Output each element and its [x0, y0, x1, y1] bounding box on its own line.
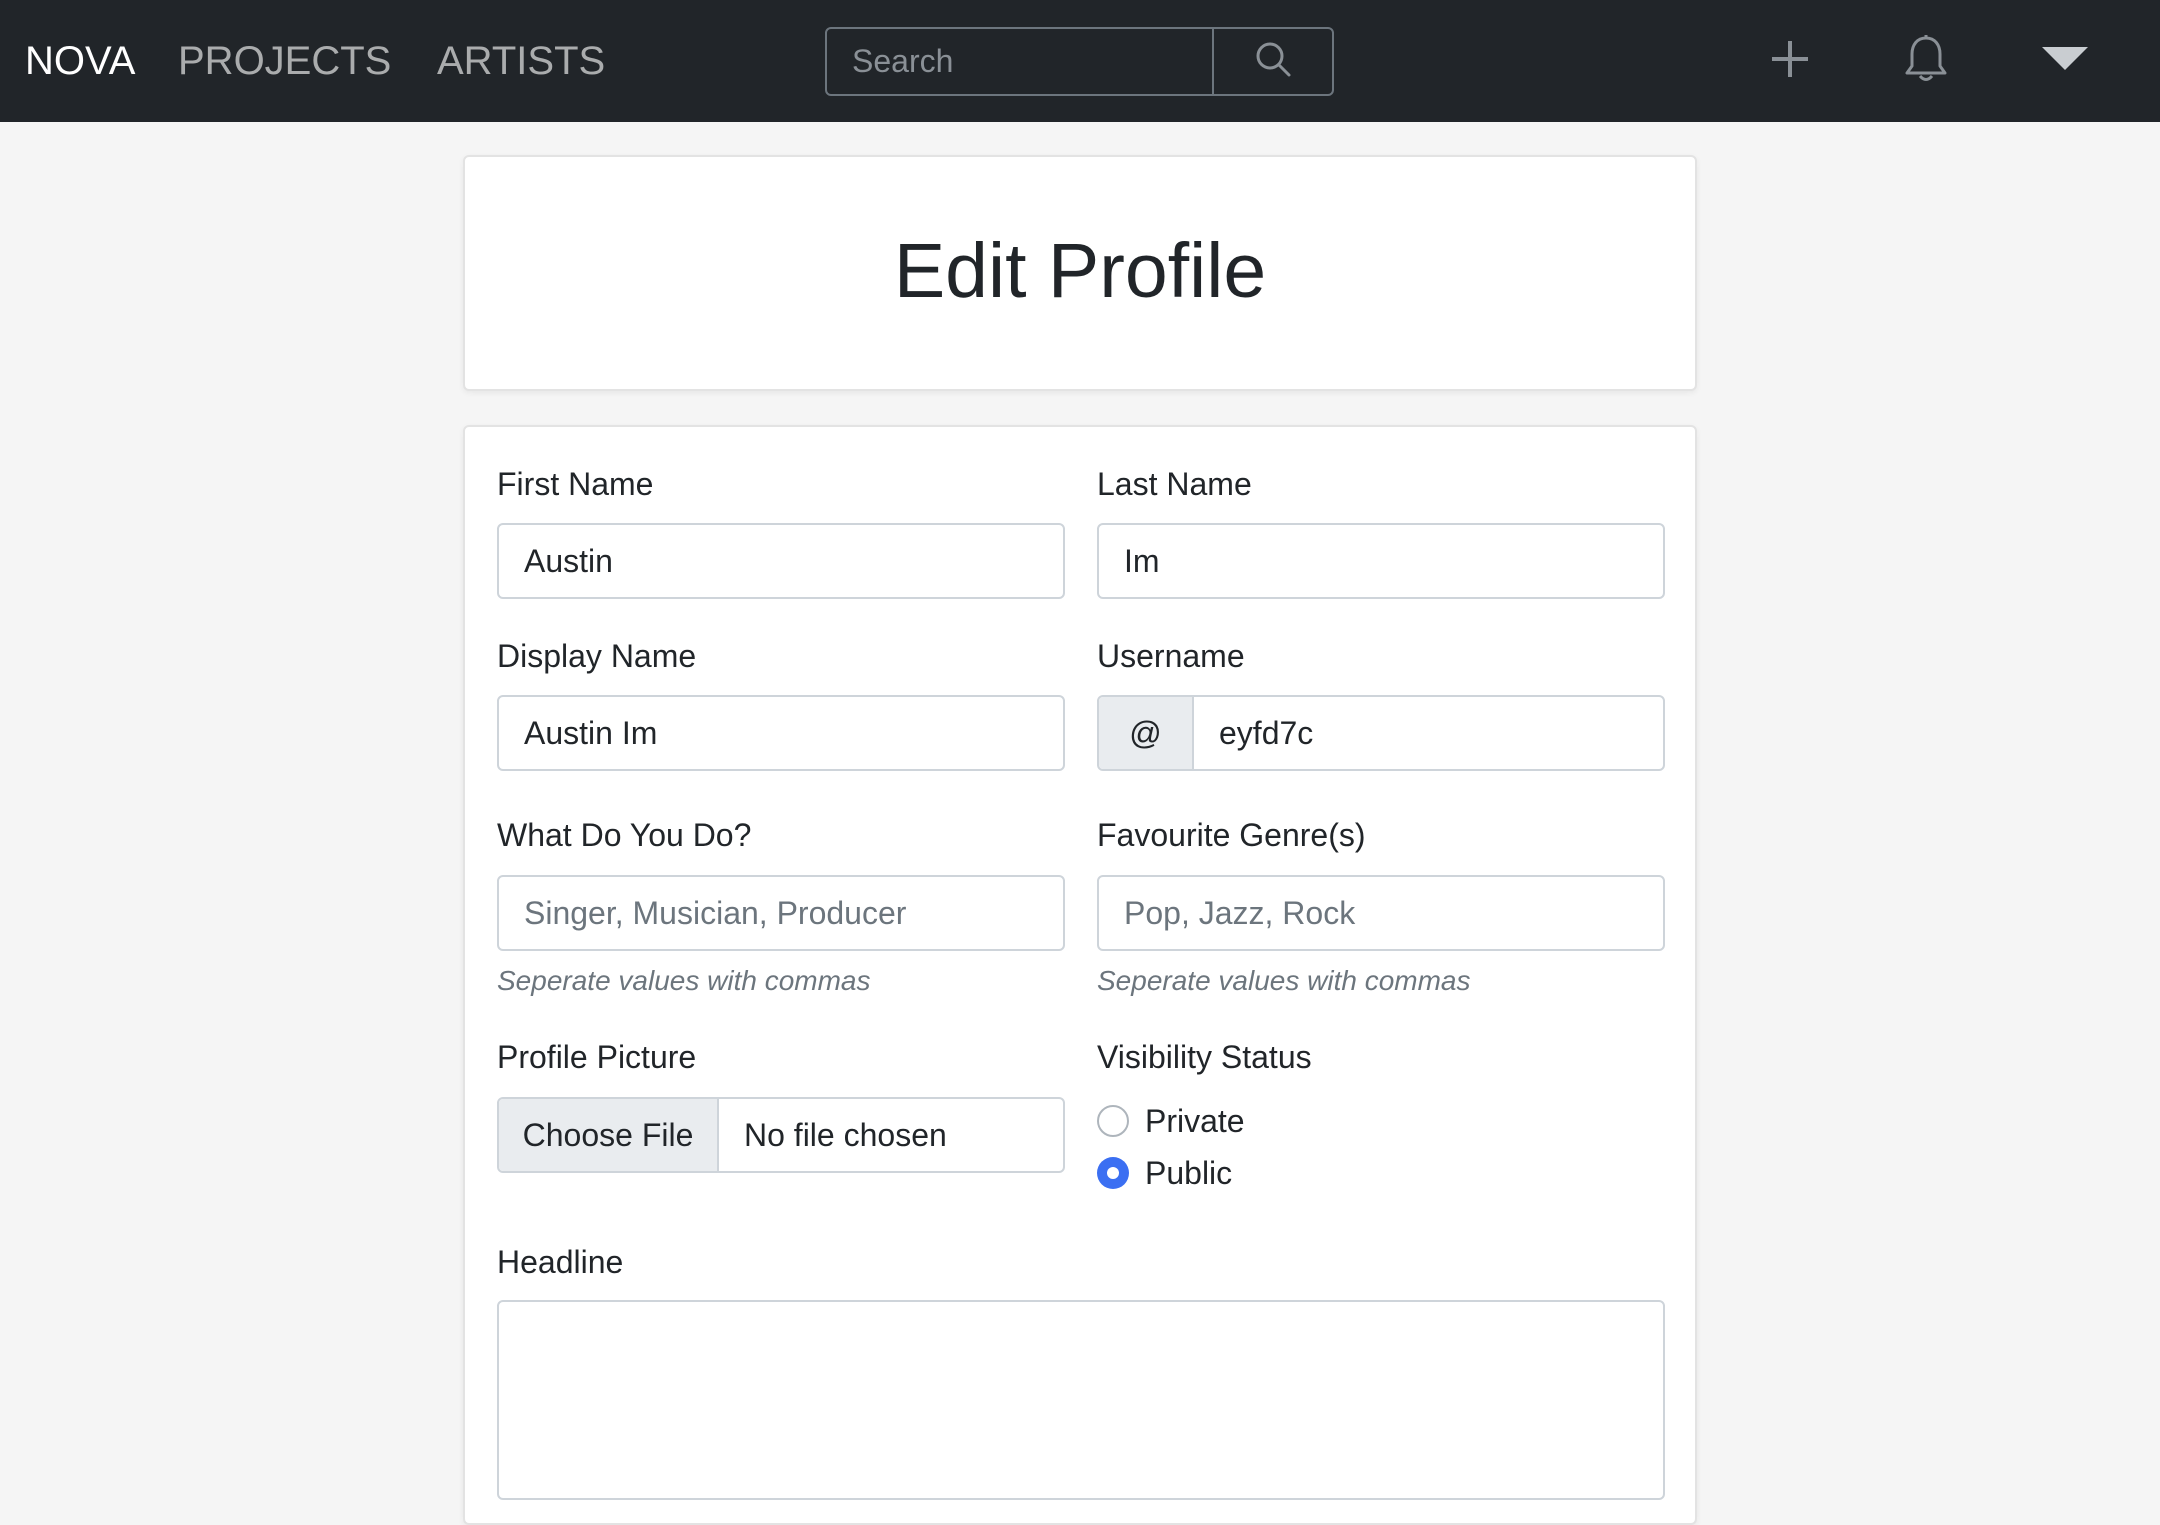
what-do-you-do-label: What Do You Do? — [497, 817, 752, 853]
nav-link-artists[interactable]: ARTISTS — [437, 0, 605, 122]
favourite-genres-label: Favourite Genre(s) — [1097, 817, 1366, 853]
notifications-button[interactable] — [1898, 0, 1954, 122]
first-name-input[interactable] — [497, 523, 1065, 599]
search-bar — [825, 27, 1334, 96]
last-name-input[interactable] — [1097, 523, 1665, 599]
headline-textarea[interactable] — [497, 1300, 1665, 1500]
favourite-genres-input[interactable] — [1097, 875, 1665, 951]
username-input-group: @ — [1097, 695, 1665, 771]
username-label: Username — [1097, 638, 1245, 674]
top-navbar: NOVA PROJECTS ARTISTS — [0, 0, 2160, 122]
header-card: Edit Profile — [463, 155, 1697, 391]
bell-icon — [1904, 34, 1948, 89]
search-icon — [1254, 40, 1292, 83]
search-input[interactable] — [827, 29, 1212, 94]
what-do-you-do-help: Seperate values with commas — [497, 965, 871, 996]
last-name-label: Last Name — [1097, 466, 1252, 502]
visibility-option-private[interactable]: Private — [1097, 1099, 1245, 1143]
what-do-you-do-input[interactable] — [497, 875, 1065, 951]
plus-icon — [1770, 39, 1810, 84]
favourite-genres-help: Seperate values with commas — [1097, 965, 1471, 996]
search-button[interactable] — [1212, 29, 1332, 94]
display-name-input[interactable] — [497, 695, 1065, 771]
account-dropdown-button[interactable] — [2040, 0, 2090, 122]
visibility-option-public[interactable]: Public — [1097, 1151, 1232, 1195]
private-radio-label: Private — [1145, 1102, 1245, 1139]
headline-label: Headline — [497, 1244, 624, 1280]
first-name-label: First Name — [497, 466, 654, 502]
profile-picture-label: Profile Picture — [497, 1039, 697, 1075]
public-radio-label: Public — [1145, 1154, 1233, 1191]
brand-logo[interactable]: NOVA — [25, 0, 135, 122]
username-input[interactable] — [1194, 697, 1663, 769]
profile-picture-file-input[interactable]: Choose File No file chosen — [497, 1097, 1065, 1173]
caret-down-icon — [2042, 46, 2088, 76]
page-title: Edit Profile — [893, 228, 1267, 314]
nav-link-projects[interactable]: PROJECTS — [178, 0, 391, 122]
public-radio[interactable] — [1097, 1157, 1129, 1189]
username-prefix: @ — [1099, 697, 1194, 769]
edit-profile-form: First Name Last Name Display Name Userna… — [463, 425, 1697, 1525]
display-name-label: Display Name — [497, 638, 697, 674]
private-radio[interactable] — [1097, 1105, 1129, 1137]
choose-file-button[interactable]: Choose File — [499, 1099, 719, 1171]
visibility-status-label: Visibility Status — [1097, 1039, 1312, 1075]
create-button[interactable] — [1760, 0, 1820, 122]
file-status-text: No file chosen — [744, 1116, 947, 1153]
